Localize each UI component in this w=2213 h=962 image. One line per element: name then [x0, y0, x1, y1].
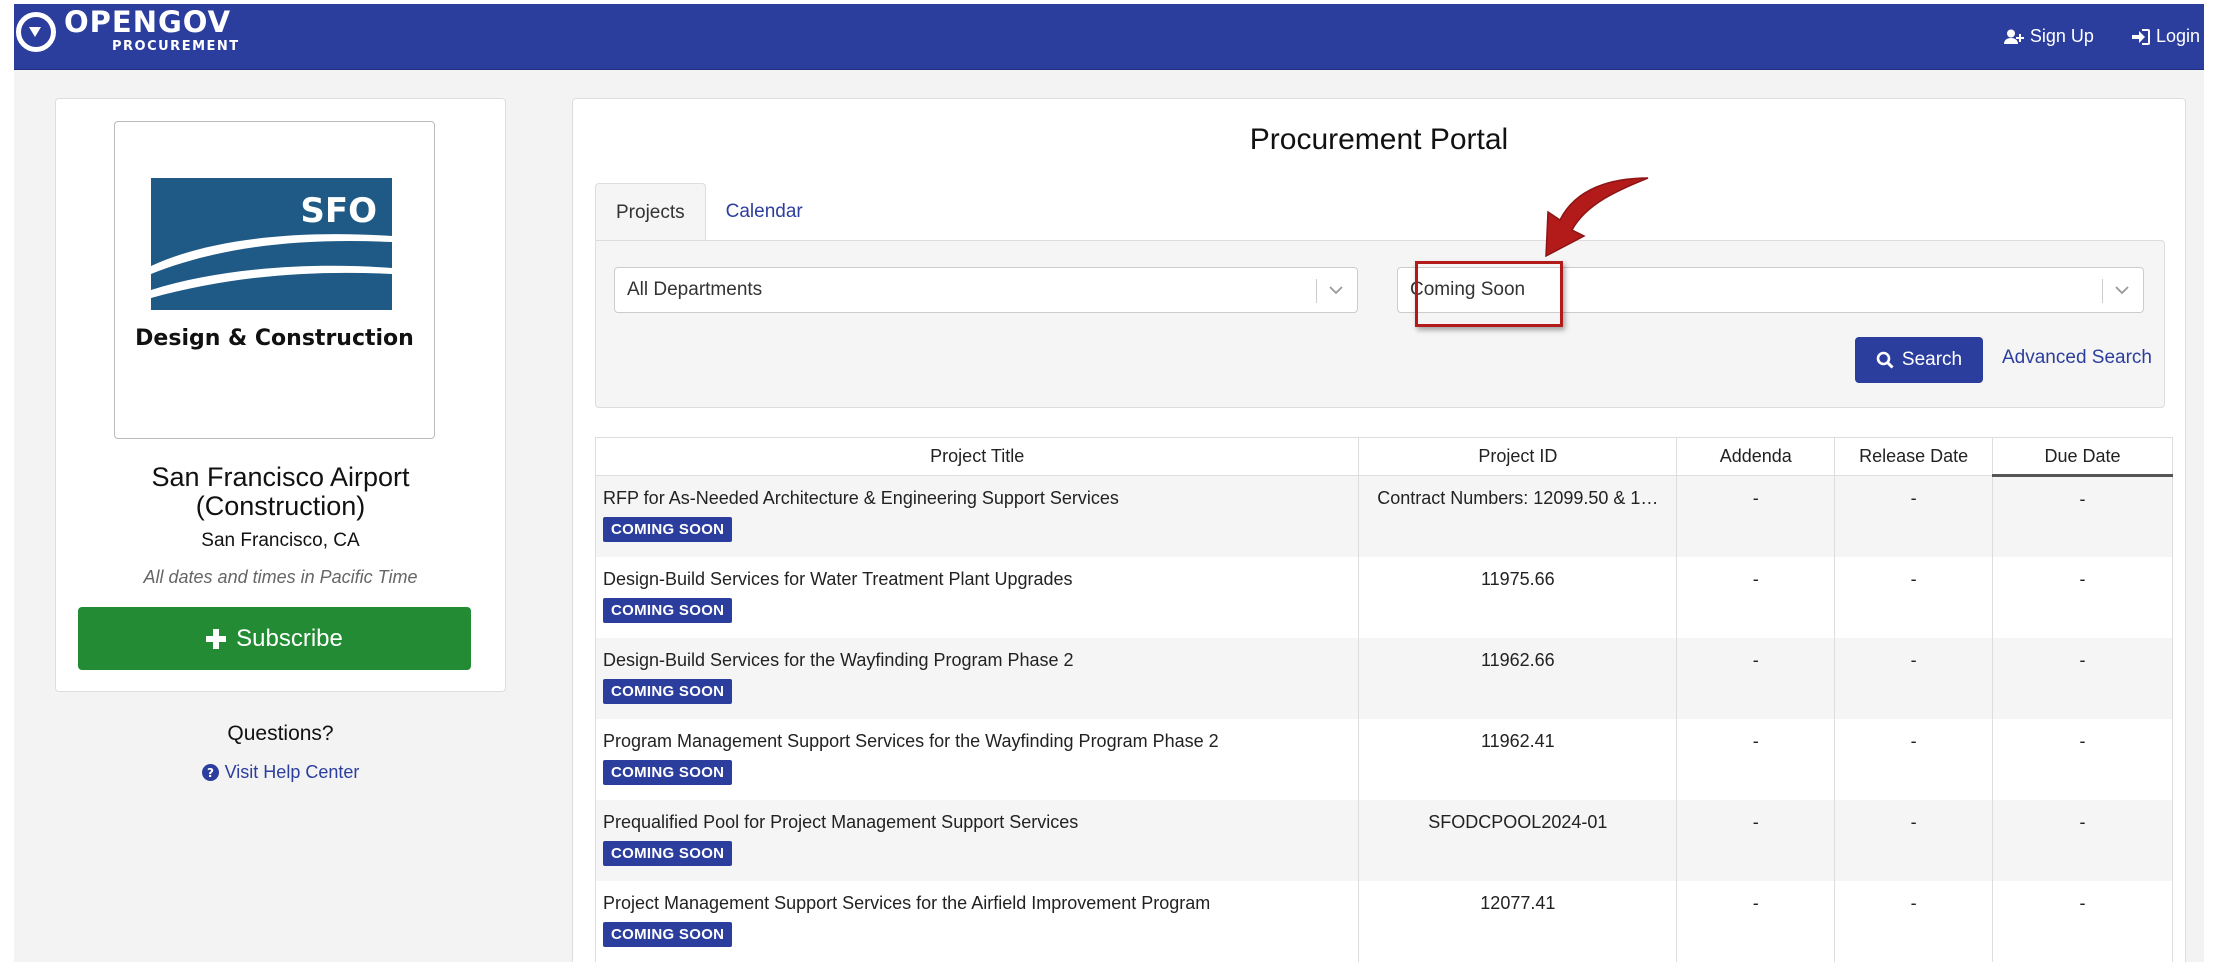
tab-calendar[interactable]: Calendar — [706, 183, 823, 241]
organization-location: San Francisco, CA — [201, 530, 360, 551]
project-id: 11962.41 — [1358, 718, 1678, 800]
project-release-date: - — [1834, 556, 1994, 638]
login-link[interactable]: Login — [2131, 26, 2200, 47]
search-icon — [1876, 351, 1894, 369]
organization-name: San Francisco Airport (Construction) — [151, 462, 410, 521]
status-badge: COMING SOON — [603, 921, 733, 947]
project-release-date: - — [1834, 718, 1994, 800]
chevron-down-icon — [1329, 286, 1343, 295]
sign-in-icon — [2131, 28, 2150, 45]
project-release-date: - — [1834, 880, 1994, 962]
logo-subtitle: Design & Construction — [135, 326, 414, 351]
project-due-date: - — [1992, 799, 2173, 881]
project-addenda: - — [1676, 475, 1836, 557]
portal-panel: Procurement Portal Projects Calendar All… — [572, 98, 2186, 962]
table-row[interactable]: Project Management Support Services for … — [594, 880, 2173, 962]
help-center-link[interactable]: ? Visit Help Center — [55, 762, 506, 783]
project-release-date: - — [1834, 637, 1994, 719]
organization-logo: SFO Design & Construction — [114, 121, 435, 439]
project-id: SFODCPOOL2024-01 — [1358, 799, 1678, 881]
sfo-logo-text: SFO — [300, 191, 377, 231]
department-select[interactable]: All Departments — [614, 267, 1358, 313]
project-due-date: - — [1992, 637, 2173, 719]
page-title: Procurement Portal — [1249, 123, 1509, 156]
signup-label: Sign Up — [2029, 26, 2094, 46]
status-badge: COMING SOON — [603, 840, 733, 866]
question-circle-icon: ? — [201, 764, 219, 781]
project-id: 11975.66 — [1358, 556, 1678, 638]
table-row[interactable]: Prequalified Pool for Project Management… — [594, 799, 2173, 881]
column-addenda[interactable]: Addenda — [1676, 437, 1836, 476]
project-due-date: - — [1992, 475, 2173, 557]
top-nav-links: Sign Up Login — [2003, 26, 2200, 47]
user-plus-icon — [2003, 29, 2024, 44]
status-badge: COMING SOON — [603, 597, 733, 623]
sfo-logo-graphic: SFO — [151, 178, 392, 310]
subscribe-label: Subscribe — [236, 624, 343, 652]
search-button[interactable]: Search — [1855, 337, 1983, 383]
project-id: Contract Numbers: 12099.50 & 1… — [1358, 475, 1678, 557]
project-addenda: - — [1676, 718, 1836, 800]
project-addenda: - — [1676, 637, 1836, 719]
questions-heading: Questions? — [227, 722, 334, 745]
annotation-highlight-box — [1415, 261, 1563, 327]
project-addenda: - — [1676, 556, 1836, 638]
signup-link[interactable]: Sign Up — [2003, 26, 2094, 47]
column-project-id[interactable]: Project ID — [1358, 437, 1678, 476]
search-button-label: Search — [1901, 349, 1963, 370]
project-title[interactable]: Design-Build Services for the Wayfinding… — [603, 650, 1358, 671]
project-addenda: - — [1676, 880, 1836, 962]
timezone-note: All dates and times in Pacific Time — [143, 567, 418, 587]
project-title[interactable]: Project Management Support Services for … — [603, 893, 1358, 914]
project-due-date: - — [1992, 556, 2173, 638]
opengov-logo[interactable]: OPENGOV PROCUREMENT — [16, 8, 240, 53]
project-release-date: - — [1834, 475, 1994, 557]
brand-name: OPENGOV — [64, 5, 232, 39]
brand-subtitle: PROCUREMENT — [112, 39, 240, 54]
top-navbar: OPENGOV PROCUREMENT Sign Up Login — [14, 4, 2204, 70]
filter-panel: All Departments Coming Soon Search Advan… — [595, 240, 2165, 408]
curved-arrow-icon — [1545, 177, 1649, 258]
project-title[interactable]: RFP for As-Needed Architecture & Enginee… — [603, 488, 1358, 509]
status-badge: COMING SOON — [603, 517, 733, 542]
organization-card: SFO Design & Construction San Francisco … — [55, 98, 506, 692]
advanced-search-link[interactable]: Advanced Search — [2002, 347, 2152, 369]
project-title[interactable]: Design-Build Services for Water Treatmen… — [603, 569, 1358, 590]
projects-table: Project Title Project ID Addenda Release… — [594, 437, 2173, 962]
login-label: Login — [2155, 26, 2200, 46]
department-select-value: All Departments — [627, 279, 763, 300]
project-addenda: - — [1676, 799, 1836, 881]
status-badge: COMING SOON — [603, 759, 733, 785]
subscribe-button[interactable]: Subscribe — [78, 607, 471, 670]
project-title[interactable]: Program Management Support Services for … — [603, 731, 1358, 752]
plus-icon — [206, 628, 227, 649]
column-project-title[interactable]: Project Title — [594, 437, 1360, 476]
help-center-label: Visit Help Center — [224, 762, 360, 782]
table-row[interactable]: Program Management Support Services for … — [594, 718, 2173, 800]
project-due-date: - — [1992, 880, 2173, 962]
project-id: 12077.41 — [1358, 880, 1678, 962]
table-header-row: Project Title Project ID Addenda Release… — [594, 437, 2173, 477]
project-release-date: - — [1834, 799, 1994, 881]
table-row[interactable]: Design-Build Services for the Wayfinding… — [594, 637, 2173, 719]
page: OPENGOV PROCUREMENT Sign Up Login SFO De… — [14, 4, 2204, 962]
svg-text:?: ? — [207, 766, 214, 780]
project-id: 11962.66 — [1358, 637, 1678, 719]
table-row[interactable]: RFP for As-Needed Architecture & Enginee… — [594, 475, 2173, 557]
project-due-date: - — [1992, 718, 2173, 800]
column-due-date[interactable]: Due Date — [1992, 437, 2173, 477]
project-title[interactable]: Prequalified Pool for Project Management… — [603, 812, 1358, 833]
table-row[interactable]: Design-Build Services for Water Treatmen… — [594, 556, 2173, 638]
chevron-down-icon — [2115, 286, 2129, 295]
column-release-date[interactable]: Release Date — [1834, 437, 1994, 476]
tab-projects[interactable]: Projects — [595, 183, 706, 241]
status-badge: COMING SOON — [603, 678, 733, 704]
portal-tabs: Projects Calendar — [595, 183, 823, 241]
opengov-logo-icon — [16, 12, 56, 52]
